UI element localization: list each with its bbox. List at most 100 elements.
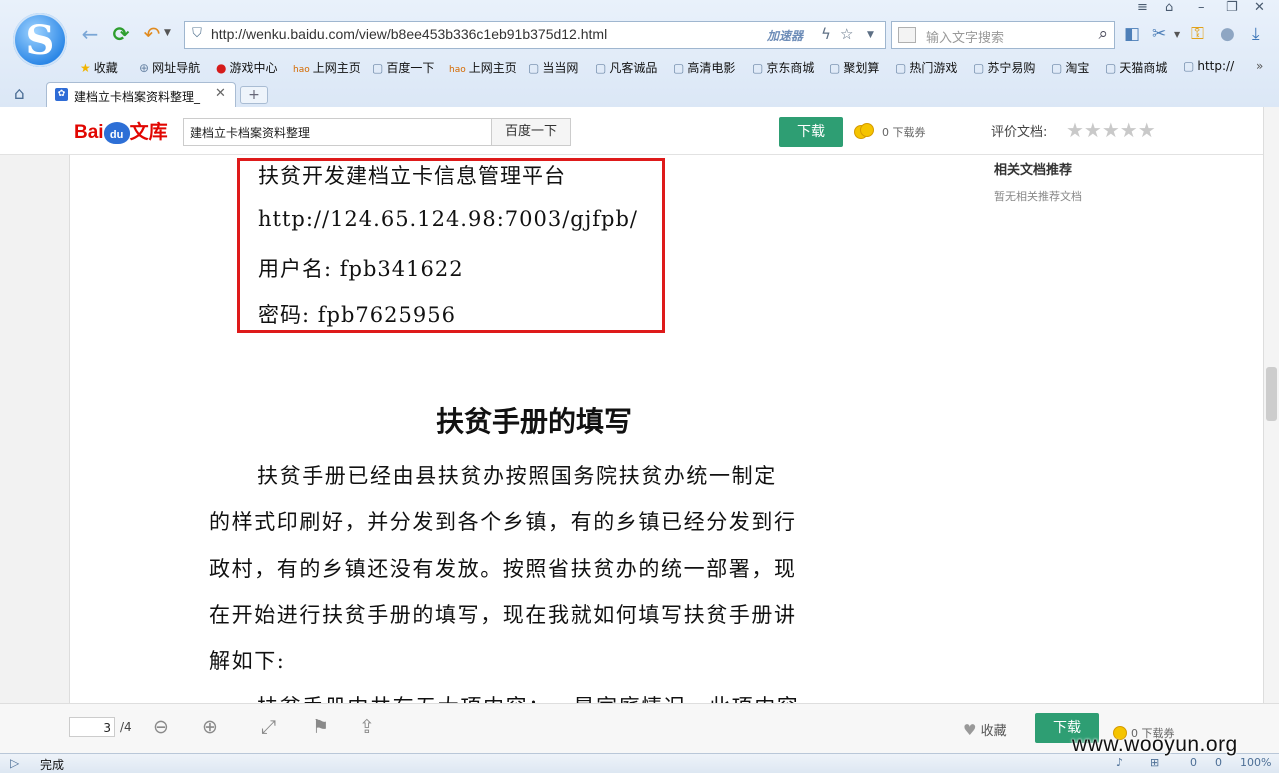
refresh-icon[interactable]: ⟳ (109, 22, 133, 46)
minimize-icon[interactable]: – (1198, 0, 1205, 15)
logo-wenku: 文库 (129, 122, 168, 143)
page-icon: ▢ (1183, 59, 1195, 73)
volume-icon[interactable]: ♪ (1116, 756, 1123, 769)
fav-item[interactable]: ★ 收藏 (80, 59, 118, 76)
scissors-dropdown-icon[interactable]: ▼ (1174, 30, 1180, 39)
wenku-search-button[interactable]: 百度一下 (491, 118, 571, 146)
address-url[interactable]: http://wenku.baidu.com/view/b8ee453b336c… (211, 26, 607, 42)
tab-active[interactable]: ✿ 建档立卡档案资料整理_ ✕ (46, 82, 236, 108)
restore-icon[interactable]: ❐ (1226, 0, 1238, 15)
bookmark-icon[interactable]: ⚑ (312, 716, 329, 738)
download-manager-icon[interactable]: ⤓ (1252, 24, 1260, 44)
paragraph-clip: 扶贫手册中共有五大项内容：一是家庭情况，此项内容 (209, 688, 829, 703)
tab-strip: ⌂ ✿ 建档立卡档案资料整理_ ✕ + (0, 80, 1279, 108)
close-window-icon[interactable]: ✕ (1254, 0, 1265, 15)
address-bar[interactable]: ⛉ http://wenku.baidu.com/view/b8ee453b33… (184, 21, 886, 49)
wenku-search-value[interactable]: 建档立卡档案资料整理 (190, 124, 310, 141)
search-placeholder[interactable]: 输入文字搜索 (926, 27, 1004, 46)
fav-item[interactable]: hao 上网主页 (293, 59, 361, 76)
star-icon: ★ (80, 61, 91, 75)
related-docs-empty: 暂无相关推荐文档 (994, 190, 1082, 203)
search-engine-icon[interactable] (898, 27, 916, 43)
fav-item[interactable]: ▢ 天猫商城 (1105, 59, 1167, 76)
paragraph-line: 的样式印刷好，并分发到各个乡镇，有的乡镇已经分发到行 (209, 510, 797, 534)
fav-item[interactable]: ▢ 当当网 (528, 59, 578, 76)
page-icon: ▢ (973, 61, 985, 75)
sidebar-toggle-icon[interactable]: ◧ (1124, 24, 1140, 44)
new-tab-button[interactable]: + (240, 86, 268, 104)
fav-item[interactable]: ▢ 高清电影 (673, 59, 735, 76)
cred-password: 密码: fpb7625956 (258, 303, 456, 327)
tab-title: 建档立卡档案资料整理_ (74, 90, 201, 104)
wenku-search-input[interactable]: 建档立卡档案资料整理 (183, 118, 493, 146)
related-docs-sidebar: 相关文档推荐 暂无相关推荐文档 (961, 155, 1263, 703)
security-shield-icon: ⛉ (192, 26, 202, 41)
fav-item[interactable]: ▢ 热门游戏 (895, 59, 957, 76)
wenku-logo[interactable]: Bai du 文库 (74, 117, 168, 144)
page-icon: ▢ (895, 61, 907, 75)
fav-item[interactable]: ▢ http:// (1183, 59, 1234, 73)
heart-icon: ♥ (963, 721, 977, 739)
paragraph-line: 解如下: (209, 649, 286, 673)
logo-paw: du (103, 121, 130, 144)
accelerator-button[interactable]: 加速器 (767, 27, 803, 44)
skin-icon[interactable]: ⌂ (1165, 0, 1173, 15)
fav-item[interactable]: ⊕ 网址导航 (139, 59, 200, 76)
fav-item[interactable]: ▢ 凡客诚品 (595, 59, 657, 76)
fav-item[interactable]: ▢ 百度一下 (372, 59, 434, 76)
download-button[interactable]: 下载 (779, 117, 843, 147)
favorites-bar: ★ 收藏 ⊕ 网址导航 ● 游戏中心 hao 上网主页 ▢ 百度一下 hao 上网主页 ▢ 当… (0, 56, 1279, 78)
zoom-out-icon[interactable]: ⊖ (153, 716, 169, 738)
related-docs-title: 相关文档推荐 (994, 163, 1073, 178)
section-title: 扶贫手册的填写 (436, 405, 633, 438)
paragraph-line: 扶贫手册已经由县扶贫办按照国务院扶贫办统一制定 (257, 464, 777, 488)
chevron-down-icon[interactable]: ▼ (164, 28, 171, 38)
lightning-icon[interactable]: ϟ (821, 25, 831, 43)
zoom-level[interactable]: 100% (1240, 756, 1271, 769)
zoom-in-icon[interactable]: ⊕ (202, 716, 218, 738)
page-icon: ▢ (1105, 61, 1117, 75)
paragraph-line: 政村，有的乡镇还没有发放。按照省扶贫办的统一部署，现 (209, 557, 797, 581)
undo-close-icon[interactable]: ↶ (140, 22, 164, 46)
scrollbar-thumb[interactable] (1266, 367, 1277, 421)
fav-item[interactable]: ▢ 淘宝 (1051, 59, 1089, 76)
home-icon[interactable]: ⌂ (14, 84, 25, 104)
rating-stars[interactable]: ★★★★★ (1066, 118, 1156, 142)
search-icon[interactable]: ⌕ (1098, 24, 1108, 44)
baidu-paw-icon: ✿ (55, 88, 68, 101)
fav-item[interactable]: ● 游戏中心 (216, 59, 278, 76)
fav-item[interactable]: ▢ 苏宁易购 (973, 59, 1035, 76)
status-text: 完成 (40, 758, 65, 772)
scissors-icon[interactable]: ✂ (1152, 24, 1166, 44)
page-icon: ▢ (372, 61, 384, 75)
hao-icon: hao (293, 65, 310, 75)
page-status-icon[interactable]: ▷ (10, 756, 19, 770)
favorite-button[interactable]: ♥ 收藏 (963, 720, 1007, 739)
network-icon[interactable]: ⊞ (1150, 756, 1159, 769)
globe-icon: ⊕ (139, 61, 150, 75)
menu-icon[interactable]: ≡ (1137, 0, 1148, 15)
browser-chrome: S ← ⟳ ↶ ▼ ⛉ http://wenku.baidu.com/view/… (0, 0, 1279, 108)
chat-icon[interactable]: ● (1220, 24, 1235, 44)
hao-icon: hao (449, 65, 466, 75)
tab-close-icon[interactable]: ✕ (215, 86, 226, 101)
browser-search-box[interactable]: 输入文字搜索 ⌕ (891, 21, 1115, 49)
back-arrow-icon[interactable]: ← (78, 22, 102, 46)
page-icon: ▢ (673, 61, 685, 75)
bookmark-star-icon[interactable]: ☆ (840, 25, 853, 43)
fullscreen-icon[interactable]: ⤢ (261, 716, 276, 738)
key-icon[interactable]: ⚿ (1191, 24, 1204, 44)
fav-item[interactable]: ▢ 聚划算 (829, 59, 879, 76)
status-counter: 0 (1215, 756, 1222, 769)
logo-bai: Bai (74, 122, 104, 143)
vertical-scrollbar[interactable] (1263, 107, 1279, 704)
coupon-count: 0 下载券 (882, 126, 926, 139)
fav-item[interactable]: hao 上网主页 (449, 59, 517, 76)
fav-item[interactable]: ▢ 京东商城 (752, 59, 814, 76)
share-icon[interactable]: ⇪ (359, 716, 375, 738)
address-dropdown-icon[interactable]: ▼ (867, 30, 874, 40)
fav-overflow-icon[interactable]: » (1256, 59, 1263, 73)
page-icon: ▢ (829, 61, 841, 75)
page-number-input[interactable]: 3 (69, 717, 115, 737)
cred-platform: 扶贫开发建档立卡信息管理平台 (258, 164, 566, 188)
